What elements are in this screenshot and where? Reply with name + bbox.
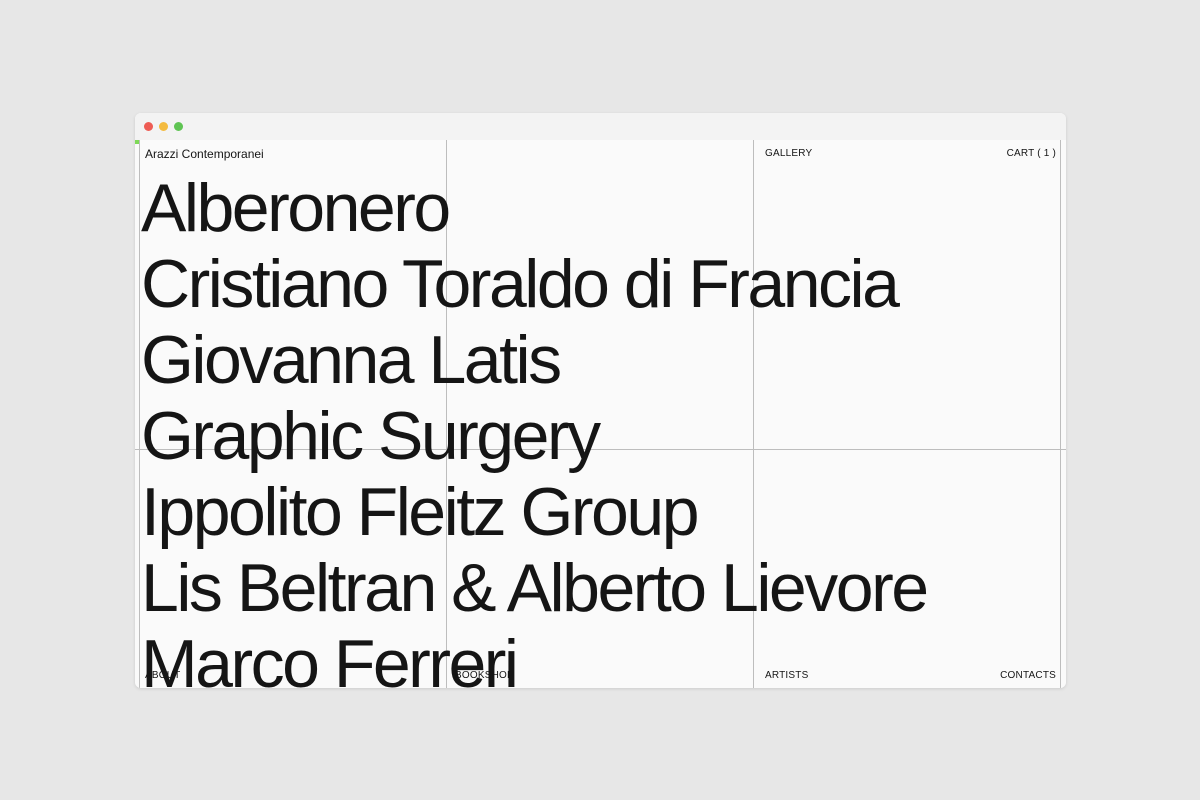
artist-link[interactable]: Graphic Surgery xyxy=(141,398,927,474)
nav-contacts-link[interactable]: CONTACTS xyxy=(1000,670,1056,681)
nav-artists-link[interactable]: ARTISTS xyxy=(765,670,808,681)
artist-link[interactable]: Marco Ferreri xyxy=(141,626,927,688)
artist-list: Alberonero Cristiano Toraldo di Francia … xyxy=(141,170,929,688)
site-brand-link[interactable]: Arazzi Contemporanei xyxy=(145,147,264,161)
nav-cart-link[interactable]: CART ( 1 ) xyxy=(1007,148,1056,159)
nav-bookshop-link[interactable]: BOOKSHOP xyxy=(455,670,514,681)
artist-link[interactable]: Lis Beltran & Alberto Lievore xyxy=(141,550,929,626)
window-titlebar xyxy=(135,113,1066,140)
artist-link[interactable]: Alberonero xyxy=(141,170,927,246)
close-window-button[interactable] xyxy=(144,122,153,131)
page-content: Arazzi Contemporanei GALLERY CART ( 1 ) … xyxy=(135,140,1066,688)
nav-about-link[interactable]: ABOUT xyxy=(145,670,180,681)
minimize-window-button[interactable] xyxy=(159,122,168,131)
artist-link[interactable]: Ippolito Fleitz Group xyxy=(141,474,927,550)
browser-window: Arazzi Contemporanei GALLERY CART ( 1 ) … xyxy=(135,113,1066,688)
nav-gallery-link[interactable]: GALLERY xyxy=(765,148,812,159)
grid-line-vertical xyxy=(139,140,140,688)
maximize-window-button[interactable] xyxy=(174,122,183,131)
grid-line-vertical xyxy=(1060,140,1061,688)
artist-link[interactable]: Cristiano Toraldo di Francia xyxy=(141,246,927,322)
artist-link[interactable]: Giovanna Latis xyxy=(141,322,927,398)
loading-indicator xyxy=(135,140,139,144)
